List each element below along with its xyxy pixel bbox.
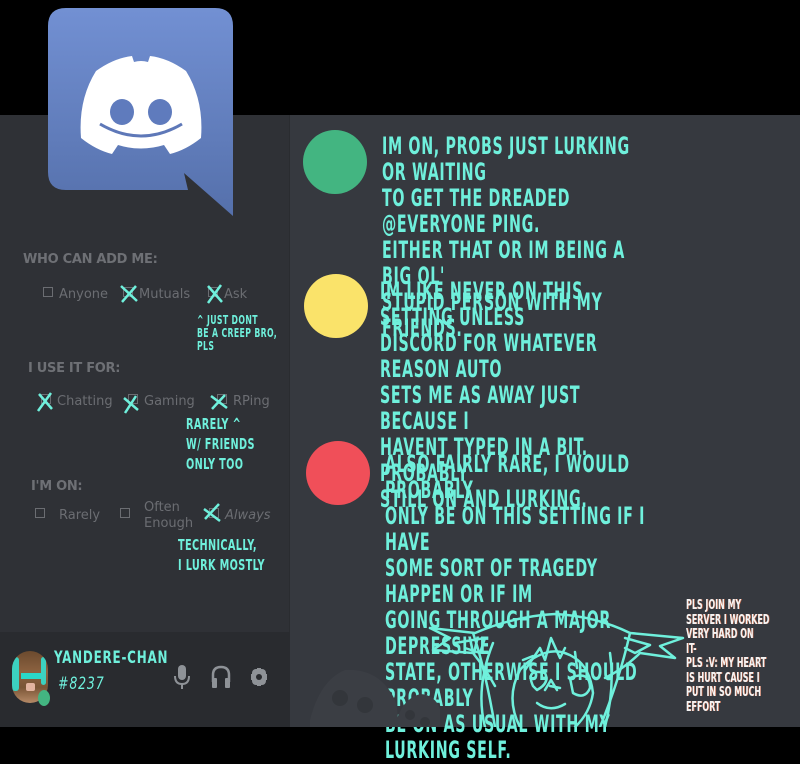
check-x-mark-icon <box>35 392 55 412</box>
discord-logo-icon <box>48 8 233 216</box>
check-x-mark-icon <box>119 284 139 304</box>
gear-icon <box>251 668 267 686</box>
online-status-indicator <box>38 690 50 706</box>
headphones-icon <box>211 665 231 688</box>
doodle-drawing <box>428 612 685 727</box>
check-x-mark-icon <box>205 284 225 304</box>
check-x-mark-icon <box>209 392 229 412</box>
check-x-mark-icon <box>202 503 222 523</box>
handwritten-note-always: TECHNICALLY, I LURK MOSTLY <box>178 536 265 574</box>
user-settings-button[interactable] <box>249 664 269 690</box>
im-on-heading: I'M ON: <box>31 479 83 494</box>
deafen-button[interactable] <box>210 664 232 690</box>
option-often-enough[interactable]: Often Enough <box>120 500 193 532</box>
option-rarely[interactable]: Rarely <box>35 508 100 523</box>
username: YANDERE-CHAN <box>54 648 169 668</box>
mute-microphone-button[interactable] <box>172 664 192 690</box>
option-anyone[interactable]: Anyone <box>43 287 108 302</box>
who-can-add-heading: WHO CAN ADD ME: <box>23 252 158 267</box>
checkbox[interactable] <box>43 287 53 297</box>
status-idle-icon <box>304 274 368 338</box>
use-for-heading: I USE IT FOR: <box>28 361 121 376</box>
checkbox[interactable] <box>35 508 45 518</box>
background-discord-mascot-icon <box>310 669 440 727</box>
handwritten-note-rping: RARELY ^ W/ FRIENDS ONLY TOO <box>186 415 255 473</box>
status-dnd-icon <box>306 441 370 505</box>
server-plug-note: PLS JOIN MY SERVER I WORKED VERY HARD ON… <box>686 598 770 715</box>
checkbox[interactable] <box>120 508 130 518</box>
handwritten-note-ask: ^ JUST DONT BE A CREEP BRO, PLS <box>197 313 278 353</box>
user-discriminator: #8237 <box>58 674 105 694</box>
status-online-icon <box>303 130 367 194</box>
check-x-mark-icon <box>121 394 141 414</box>
microphone-icon <box>174 665 190 689</box>
